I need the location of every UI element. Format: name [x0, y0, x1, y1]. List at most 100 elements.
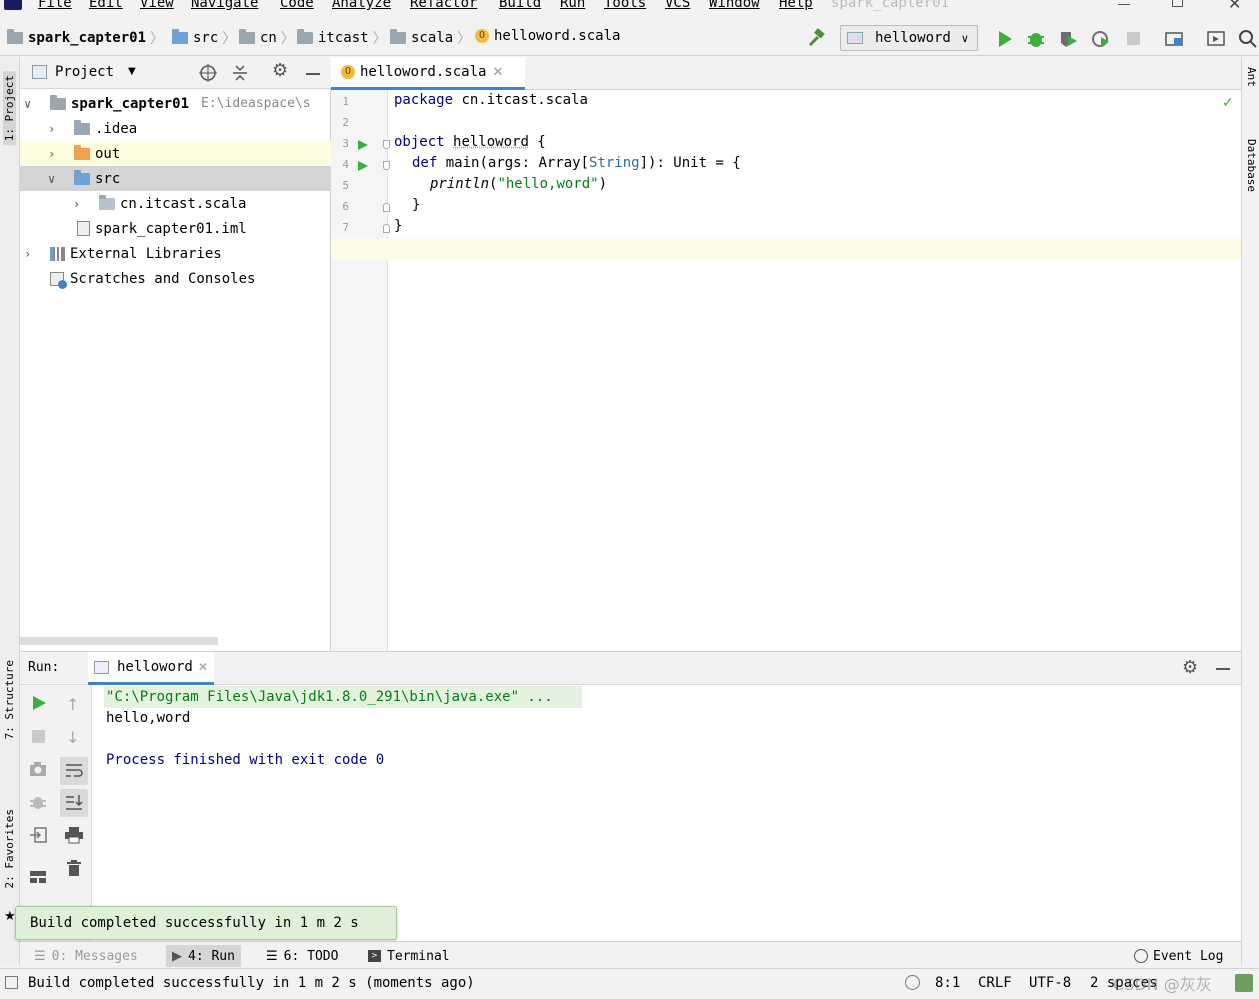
run-with-coverage-icon[interactable] [1058, 29, 1078, 49]
breadcrumb-file[interactable]: O helloword.scala [475, 28, 620, 44]
chevron-right-icon: 〉 [457, 31, 472, 47]
package-icon [390, 29, 406, 44]
mute-breakpoints-icon[interactable] [29, 793, 47, 811]
caret-position[interactable]: 8:1 [935, 975, 960, 991]
menu-analyze[interactable]: Analyze [332, 0, 391, 11]
debug-icon[interactable] [1026, 29, 1046, 49]
run-tab-helloword[interactable]: helloword ✕ [88, 652, 214, 685]
tree-item-out[interactable]: › out [20, 141, 331, 166]
menu-code[interactable]: Code [280, 0, 314, 11]
code-area[interactable]: package cn.itcast.scala object helloword… [388, 90, 1241, 625]
run-config-icon [94, 660, 109, 674]
close-window-icon[interactable]: ✕ [1228, 0, 1241, 13]
run-icon[interactable] [995, 29, 1015, 49]
chevron-right-icon[interactable]: › [48, 147, 62, 161]
menu-vcs[interactable]: VCS [665, 0, 690, 11]
layout-icon[interactable] [29, 869, 47, 885]
restore-layout-icon[interactable] [29, 826, 47, 844]
line-separator[interactable]: CRLF [978, 975, 1012, 991]
tree-item-src[interactable]: ∨ src [20, 166, 331, 191]
menu-view[interactable]: View [140, 0, 174, 11]
close-tab-icon[interactable]: ✕ [198, 660, 208, 674]
soft-wrap-toggle[interactable] [60, 757, 88, 785]
tool-windows-toggle-icon[interactable] [5, 976, 18, 989]
inspection-ok-icon[interactable]: ✓ [1222, 95, 1234, 111]
close-tab-icon[interactable]: ✕ [492, 65, 503, 80]
collapse-all-icon[interactable] [230, 63, 250, 83]
ant-tool-button[interactable]: Ant [1245, 67, 1258, 87]
breadcrumb-scala[interactable]: scala 〉 [390, 28, 471, 48]
tree-item-package[interactable]: › cn.itcast.scala [20, 191, 331, 216]
editor-tab-helloword[interactable]: O helloword.scala ✕ [331, 57, 525, 90]
horizontal-scrollbar[interactable] [20, 637, 218, 645]
menu-refactor[interactable]: Refactor [410, 0, 477, 11]
stop-icon[interactable] [1127, 32, 1140, 45]
code-line-4: def main(args: Array[String]): Unit = { [412, 155, 741, 171]
breadcrumb-src[interactable]: src 〉 [172, 28, 236, 48]
tree-item-external-libraries[interactable]: › External Libraries [20, 241, 331, 266]
settings-gear-icon[interactable]: ⚙ [1182, 657, 1198, 678]
menu-file[interactable]: File [38, 0, 72, 11]
menu-navigate[interactable]: Navigate [191, 0, 258, 11]
tree-item-iml[interactable]: spark_capter01.iml [20, 216, 331, 241]
build-notification[interactable]: Build completed successfully in 1 m 2 s [15, 906, 397, 940]
build-hammer-icon[interactable] [806, 28, 826, 48]
tree-item-project-root[interactable]: ∨ spark_capter01 E:\ideaspace\s [20, 91, 331, 116]
project-tool-button[interactable]: 1: Project [3, 71, 16, 146]
tree-item-idea[interactable]: › .idea [20, 116, 331, 141]
tool-tab-terminal[interactable]: > Terminal [362, 945, 456, 967]
locate-icon[interactable] [198, 63, 218, 83]
print-icon[interactable] [64, 826, 84, 844]
structure-tool-button[interactable]: 7: Structure [3, 660, 16, 739]
rerun-icon[interactable] [31, 695, 47, 711]
chevron-right-icon: 〉 [280, 31, 295, 47]
inspection-icon[interactable] [1235, 974, 1253, 992]
favorites-tool-button[interactable]: 2: Favorites [3, 809, 16, 888]
project-view-select[interactable]: Project [55, 64, 114, 80]
minimize-icon[interactable] [1118, 4, 1130, 5]
tool-tab-messages[interactable]: ☰ 0: Messages [28, 945, 144, 967]
chevron-right-icon[interactable]: › [73, 197, 87, 211]
tool-tab-event-log[interactable]: Event Log [1128, 945, 1229, 967]
settings-gear-icon[interactable]: ⚙ [272, 60, 288, 81]
menu-window[interactable]: Window [709, 0, 760, 11]
chevron-right-icon[interactable]: › [24, 247, 38, 261]
menu-help[interactable]: Help [779, 0, 813, 11]
status-message[interactable]: Build completed successfully in 1 m 2 s … [28, 975, 475, 991]
breadcrumb-cn[interactable]: cn 〉 [239, 28, 295, 48]
hide-panel-icon[interactable] [1216, 668, 1230, 670]
profile-icon[interactable] [1091, 29, 1111, 49]
stop-icon[interactable] [32, 730, 45, 743]
search-icon[interactable] [1238, 29, 1258, 49]
run-gutter-icon[interactable] [357, 160, 369, 172]
hide-panel-icon[interactable] [306, 73, 320, 75]
project-structure-icon[interactable] [1164, 29, 1184, 49]
memory-indicator-icon[interactable] [905, 975, 920, 990]
trash-icon[interactable] [66, 859, 82, 877]
run-configuration-select[interactable]: helloword ∨ [840, 25, 978, 51]
tool-tab-run[interactable]: ▶ 4: Run [166, 945, 241, 967]
tool-tab-todo[interactable]: ☰ 6: TODO [260, 945, 344, 967]
chevron-right-icon: 〉 [150, 31, 165, 47]
chevron-right-icon[interactable]: › [48, 122, 62, 136]
menu-build[interactable]: Build [499, 0, 541, 11]
breadcrumb-itcast[interactable]: itcast 〉 [297, 28, 387, 48]
chevron-down-icon[interactable]: ▼ [128, 66, 136, 77]
tree-item-scratches[interactable]: Scratches and Consoles [20, 266, 331, 291]
scroll-to-end-toggle[interactable] [60, 789, 88, 817]
menu-run[interactable]: Run [560, 0, 585, 11]
chevron-down-icon[interactable]: ∨ [24, 97, 38, 111]
breadcrumb-project[interactable]: spark_capter01 〉 [7, 28, 164, 48]
arrow-up-icon[interactable]: ↑ [66, 695, 79, 714]
run-gutter-icon[interactable] [357, 139, 369, 151]
arrow-down-icon[interactable]: ↓ [66, 728, 79, 747]
presentation-mode-icon[interactable] [1206, 29, 1226, 49]
menu-edit[interactable]: Edit [89, 0, 123, 11]
chevron-down-icon[interactable]: ∨ [48, 172, 62, 186]
maximize-icon[interactable] [1172, 0, 1183, 7]
folder-icon [74, 119, 90, 135]
dump-threads-icon[interactable] [29, 761, 47, 777]
database-tool-button[interactable]: Database [1245, 139, 1258, 192]
file-encoding[interactable]: UTF-8 [1029, 975, 1071, 991]
menu-tools[interactable]: Tools [604, 0, 646, 11]
